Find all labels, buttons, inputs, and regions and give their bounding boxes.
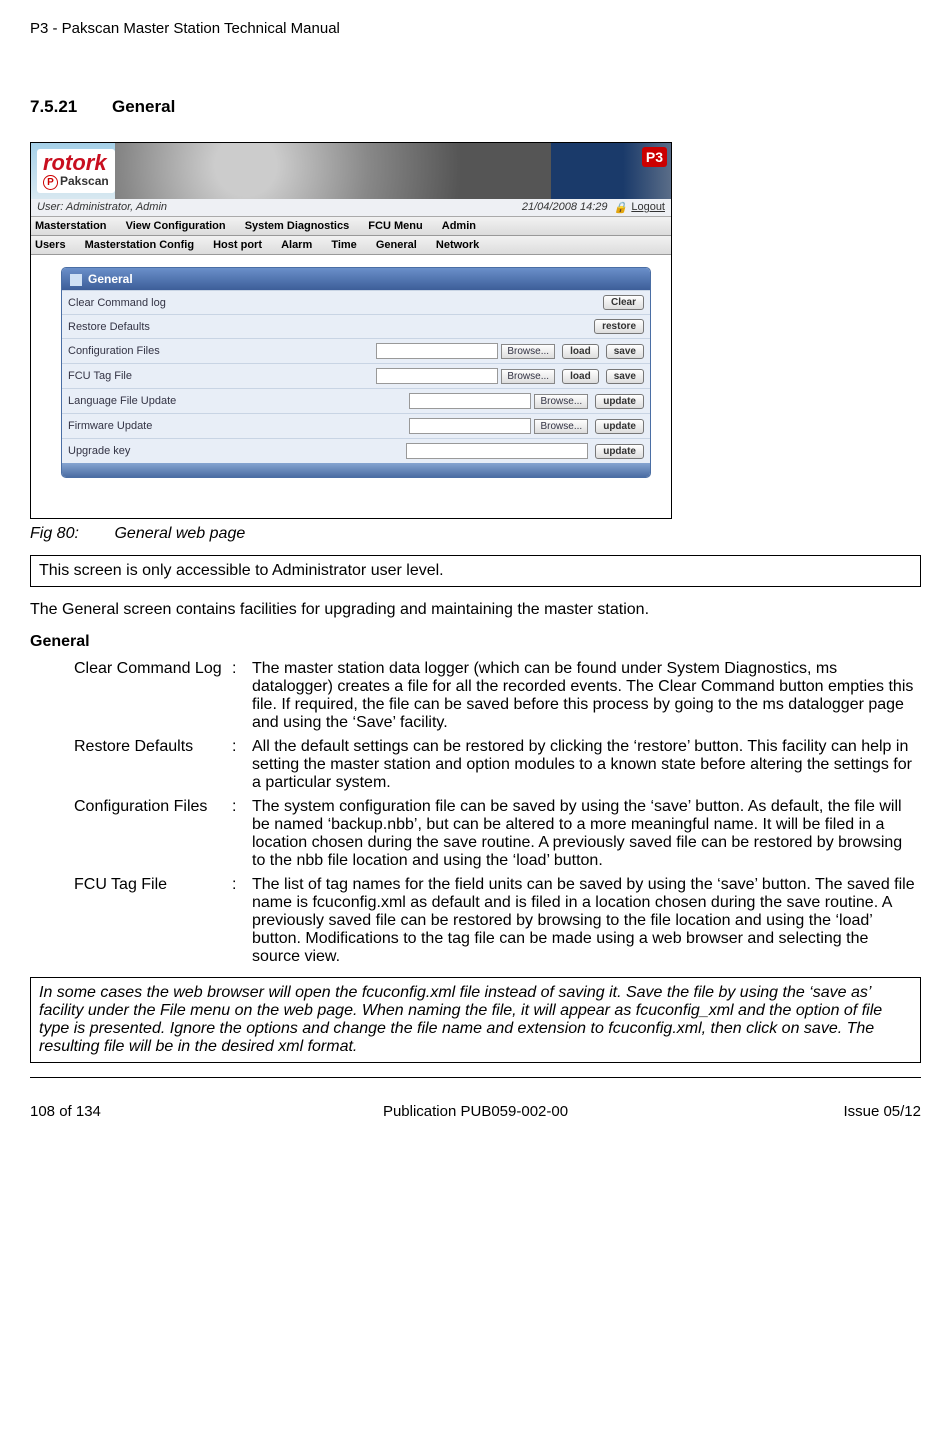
row-clear-command-log: Clear Command log Clear [62, 291, 650, 315]
banner-image [115, 143, 551, 199]
publication-number: Publication PUB059-002-00 [253, 1103, 699, 1120]
def-fcu-tag-file: FCU Tag File : The list of tag names for… [70, 873, 921, 969]
page-footer: 108 of 134 Publication PUB059-002-00 Iss… [30, 1103, 921, 1120]
update-button[interactable]: update [595, 444, 644, 459]
def-configuration-files: Configuration Files : The system configu… [70, 795, 921, 873]
row-restore-defaults: Restore Defaults restore [62, 315, 650, 339]
submenu-network[interactable]: Network [436, 239, 479, 251]
logout-link[interactable]: Logout [631, 201, 665, 214]
submenu-alarm[interactable]: Alarm [281, 239, 312, 251]
restore-button[interactable]: restore [594, 319, 644, 334]
section-title: General [112, 97, 175, 116]
banner-device [551, 143, 671, 199]
load-button[interactable]: load [562, 344, 599, 359]
config-file-input[interactable] [376, 343, 498, 359]
content-area: General Clear Command log Clear Restore … [31, 255, 671, 518]
intro-paragraph: The General screen contains facilities f… [30, 601, 921, 619]
footer-separator [30, 1077, 921, 1078]
menu-fcu-menu[interactable]: FCU Menu [368, 220, 422, 232]
section-heading: 7.5.21 General [30, 97, 921, 117]
submenu-host-port[interactable]: Host port [213, 239, 262, 251]
def-clear-command-log: Clear Command Log : The master station d… [70, 657, 921, 735]
page-number: 108 of 134 [30, 1103, 253, 1120]
document-header: P3 - Pakscan Master Station Technical Ma… [30, 20, 921, 37]
figure-caption: Fig 80: General web page [30, 525, 921, 543]
panel-title: General [62, 268, 650, 290]
submenu-masterstation-config[interactable]: Masterstation Config [85, 239, 194, 251]
menu-masterstation[interactable]: Masterstation [35, 220, 107, 232]
definitions-table: Clear Command Log : The master station d… [70, 657, 921, 969]
language-file-input[interactable] [409, 393, 531, 409]
banner: rotork PPakscan [31, 143, 671, 199]
row-upgrade-key: Upgrade key update [62, 439, 650, 464]
menu-admin[interactable]: Admin [442, 220, 476, 232]
issue-date: Issue 05/12 [698, 1103, 921, 1120]
note-fcuconfig: In some cases the web browser will open … [30, 977, 921, 1063]
update-button[interactable]: update [595, 394, 644, 409]
clear-button[interactable]: Clear [603, 295, 644, 310]
user-label: User: Administrator, Admin [37, 201, 167, 214]
user-bar: User: Administrator, Admin 21/04/2008 14… [31, 199, 671, 217]
browse-button[interactable]: Browse... [501, 344, 555, 359]
row-fcu-tag-file: FCU Tag File Browse... load save [62, 364, 650, 389]
menu-view-configuration[interactable]: View Configuration [126, 220, 226, 232]
fcu-file-input[interactable] [376, 368, 498, 384]
upgrade-key-input[interactable] [406, 443, 588, 459]
row-configuration-files: Configuration Files Browse... load save [62, 339, 650, 364]
subheading-general: General [30, 633, 921, 651]
datetime: 21/04/2008 14:29 [522, 201, 608, 214]
figure-screenshot: rotork PPakscan User: Administrator, Adm… [30, 142, 672, 519]
menu-system-diagnostics[interactable]: System Diagnostics [245, 220, 350, 232]
load-button[interactable]: load [562, 369, 599, 384]
browse-button[interactable]: Browse... [534, 394, 588, 409]
logo-rotork: rotork [43, 152, 109, 174]
row-language-file-update: Language File Update Browse... update [62, 389, 650, 414]
logo-block: rotork PPakscan [37, 149, 115, 193]
submenu-general[interactable]: General [376, 239, 417, 251]
save-button[interactable]: save [606, 344, 644, 359]
section-number: 7.5.21 [30, 97, 77, 116]
general-panel: General Clear Command log Clear Restore … [61, 267, 651, 478]
browse-button[interactable]: Browse... [501, 369, 555, 384]
menu-secondary: Users Masterstation Config Host port Ala… [31, 236, 671, 255]
panel-footer [62, 463, 650, 477]
def-restore-defaults: Restore Defaults : All the default setti… [70, 735, 921, 795]
submenu-time[interactable]: Time [331, 239, 356, 251]
menu-primary: Masterstation View Configuration System … [31, 217, 671, 236]
firmware-file-input[interactable] [409, 418, 531, 434]
note-admin-only: This screen is only accessible to Admini… [30, 555, 921, 587]
logo-pakscan: PPakscan [43, 174, 109, 190]
row-firmware-update: Firmware Update Browse... update [62, 414, 650, 439]
submenu-users[interactable]: Users [35, 239, 66, 251]
browse-button[interactable]: Browse... [534, 419, 588, 434]
save-button[interactable]: save [606, 369, 644, 384]
logo-pakscan-icon: P [43, 175, 58, 190]
update-button[interactable]: update [595, 419, 644, 434]
